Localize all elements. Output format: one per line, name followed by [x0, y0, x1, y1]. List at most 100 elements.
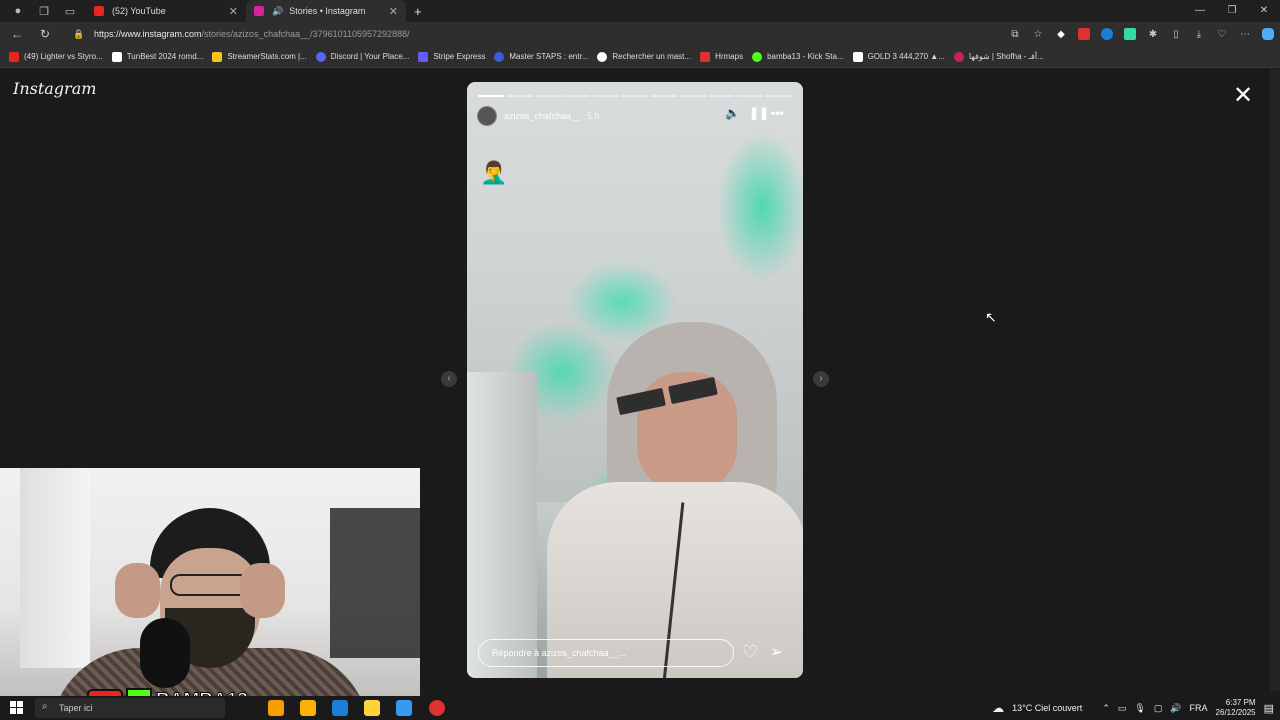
bookmark-label: Hrmaps [715, 52, 744, 61]
speaker-icon[interactable]: 🔊 [272, 6, 283, 17]
reply-input[interactable]: Répondre à azizos_chafchaa__... [478, 639, 734, 667]
bookmark-item[interactable]: (49) Lighter vs Styro... [9, 51, 103, 62]
story-progress-bar [478, 95, 792, 97]
browser-titlebar: ● ❐ ▭ (52) YouTube ✕ 🔊 Stories • Instagr… [0, 0, 1280, 22]
url-path: /stories/azizos_chafchaa__/3796101105957… [201, 29, 410, 39]
progress-segment [650, 95, 677, 97]
url-domain: https://www.instagram.com [94, 29, 202, 39]
story-header: azizos_chafchaa__ 5 h 🔈 ❚❚ ••• [477, 106, 793, 126]
avatar[interactable] [477, 106, 497, 126]
profile-icon[interactable]: ● [10, 3, 26, 19]
progress-segment [737, 95, 764, 97]
weather-text[interactable]: 13°C Ciel couvert [1012, 703, 1082, 713]
network-icon[interactable]: ▭ [1118, 703, 1127, 714]
bookmark-item[interactable]: TunBest 2024 romd... [111, 51, 203, 62]
url-field[interactable]: https://www.instagram.com/stories/azizos… [94, 29, 410, 39]
new-tab-button[interactable]: + [406, 0, 430, 22]
bookmark-item[interactable]: شوفها | Shofha - أفـ... [953, 51, 1044, 62]
system-tray: ☁ 13°C Ciel couvert ⌃ ▭ 🎙 ▢ 🔊 FRA 6:37 P… [992, 696, 1274, 720]
extension-red-icon[interactable] [1078, 28, 1090, 40]
tab-instagram[interactable]: 🔊 Stories • Instagram ✕ [246, 0, 406, 22]
weather-icon[interactable]: ☁ [992, 701, 1004, 715]
notifications-icon[interactable]: ▤ [1264, 702, 1274, 715]
taskbar-app-icon[interactable] [268, 700, 284, 716]
previous-story-icon[interactable]: ‹ [441, 371, 457, 387]
open-in-app-icon[interactable]: ⧉ [1009, 28, 1021, 40]
language-indicator[interactable]: FRA [1190, 703, 1208, 713]
tab-close-icon[interactable]: ✕ [229, 5, 238, 18]
mute-icon[interactable]: 🔈 [725, 106, 740, 120]
clock-date: 26/12/2025 [1215, 708, 1256, 717]
bookmark-favicon-icon [597, 51, 608, 62]
workspaces-icon[interactable]: ❐ [36, 3, 52, 19]
clock[interactable]: 6:37 PM 26/12/2025 [1216, 698, 1256, 718]
clock-time: 6:37 PM [1225, 698, 1256, 707]
page-scrollbar[interactable] [1270, 69, 1280, 691]
bookmark-item[interactable]: Hrmaps [700, 51, 744, 62]
reload-icon[interactable]: ↻ [34, 27, 56, 41]
bookmark-favicon-icon [315, 51, 326, 62]
story-username[interactable]: azizos_chafchaa__ [504, 111, 581, 121]
tab-close-icon[interactable]: ✕ [389, 5, 398, 18]
taskbar-app-icon[interactable] [396, 700, 412, 716]
bookmark-label: (49) Lighter vs Styro... [24, 52, 103, 61]
bookmark-favicon-icon [852, 51, 863, 62]
progress-segment [506, 95, 533, 97]
split-screen-icon[interactable]: ▯ [1170, 28, 1182, 40]
like-heart-icon[interactable]: ♡ [742, 642, 758, 663]
microphone-icon[interactable]: 🎙 [1134, 703, 1145, 714]
performance-icon[interactable]: ♡ [1216, 28, 1228, 40]
bookmark-item[interactable]: Discord | Your Place... [315, 51, 410, 62]
taskbar-app-icon[interactable] [300, 700, 316, 716]
bookmark-item[interactable]: StreamerStats.com |... [212, 51, 307, 62]
bookmark-favicon-icon [418, 51, 429, 62]
back-icon[interactable]: ← [6, 27, 28, 41]
extension-green-icon[interactable] [1124, 28, 1136, 40]
send-message-icon[interactable]: ➢ [770, 642, 783, 662]
bookmark-item[interactable]: Rechercher un mast... [597, 51, 691, 62]
pause-icon[interactable]: ❚❚ [749, 106, 769, 120]
extension-diamond-icon[interactable]: ◆ [1055, 28, 1067, 40]
download-icon[interactable]: ⤓ [1193, 28, 1205, 40]
taskbar-app-icon[interactable] [429, 700, 445, 716]
webcam-overlay: ▶ K BAMBA13 [0, 468, 420, 720]
story-viewer[interactable]: azizos_chafchaa__ 5 h 🔈 ❚❚ ••• 🤦‍♂️ Répo… [467, 82, 803, 678]
close-story-button[interactable]: ✕ [1233, 81, 1253, 110]
start-icon[interactable] [10, 701, 23, 714]
bookmark-label: bamba13 - Kick Sta... [767, 52, 844, 61]
window-controls: — ❐ ✕ [1184, 0, 1280, 22]
extension-blue-icon[interactable] [1101, 28, 1113, 40]
bookmark-item[interactable]: Stripe Express [418, 51, 485, 62]
bookmark-item[interactable]: bamba13 - Kick Sta... [752, 51, 844, 62]
copilot-icon[interactable] [1262, 28, 1274, 40]
more-menu-icon[interactable]: ⋯ [1239, 28, 1251, 40]
story-emoji-sticker: 🤦‍♂️ [480, 160, 508, 185]
maximize-icon[interactable]: ❐ [1216, 0, 1248, 22]
taskbar-search-input[interactable]: Taper ici [35, 698, 225, 718]
progress-segment [766, 95, 792, 97]
progress-segment [622, 95, 648, 97]
bookmark-label: GOLD 3 444,270 ▲... [867, 52, 945, 61]
next-story-icon[interactable]: › [813, 371, 829, 387]
extensions-puzzle-icon[interactable]: ✱ [1147, 28, 1159, 40]
instagram-logo[interactable]: Instagram [13, 79, 96, 98]
taskbar-app-icon[interactable] [364, 700, 380, 716]
minimize-icon[interactable]: — [1184, 0, 1216, 22]
lock-icon[interactable]: 🔒 [68, 29, 90, 40]
bookmark-label: Discord | Your Place... [330, 52, 410, 61]
taskbar-app-icon[interactable] [332, 700, 348, 716]
bookmark-item[interactable]: GOLD 3 444,270 ▲... [852, 51, 945, 62]
chevron-up-icon[interactable]: ⌃ [1102, 703, 1110, 714]
volume-icon[interactable]: 🔊 [1170, 703, 1181, 714]
display-icon[interactable]: ▢ [1154, 703, 1163, 714]
story-options-icon[interactable]: ••• [771, 106, 784, 120]
window-close-icon[interactable]: ✕ [1248, 0, 1280, 22]
tab-actions-icon[interactable]: ▭ [62, 3, 78, 19]
tab-youtube[interactable]: (52) YouTube ✕ [86, 0, 246, 22]
bookmark-item[interactable]: Master STAPS : entr... [494, 51, 588, 62]
bookmark-label: شوفها | Shofha - أفـ... [968, 52, 1044, 61]
progress-segment [708, 95, 735, 97]
progress-segment [564, 95, 591, 97]
favorite-star-icon[interactable]: ☆ [1032, 28, 1044, 40]
tab-title: Stories • Instagram [289, 6, 366, 16]
